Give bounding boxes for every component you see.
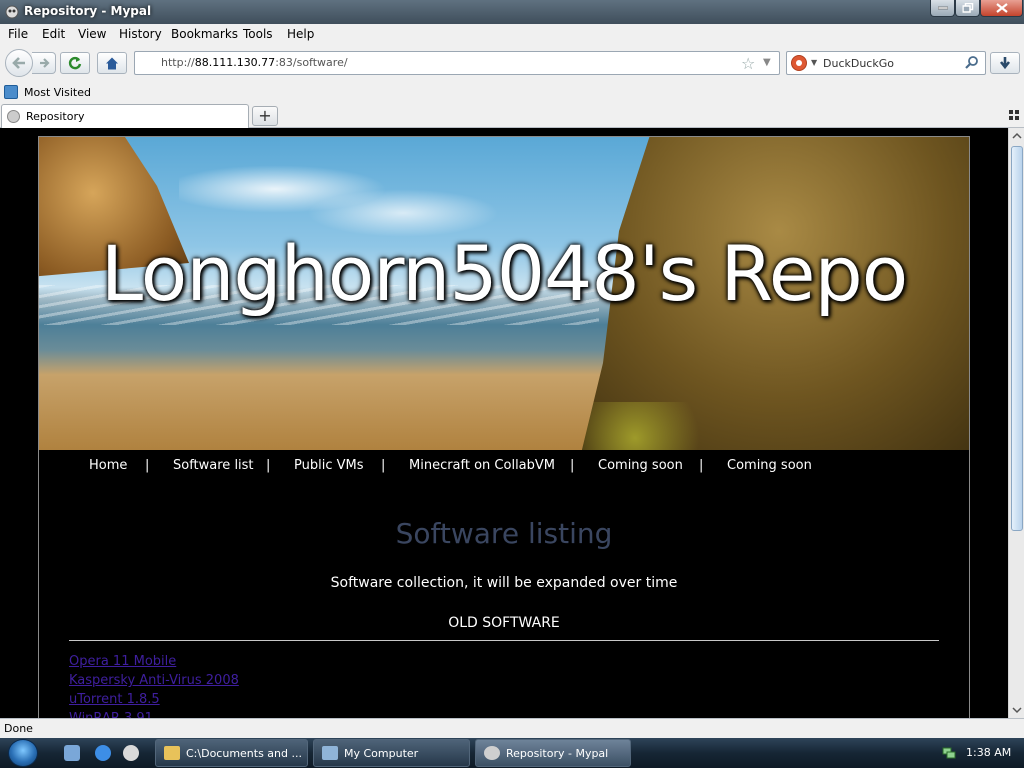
taskbar-item-my-computer[interactable]: My Computer xyxy=(313,739,470,767)
nav-separator: | xyxy=(266,458,271,473)
tab-label: Repository xyxy=(26,110,85,123)
page-heading: Software listing xyxy=(395,517,613,550)
home-button[interactable] xyxy=(97,52,127,74)
bookmark-star-icon[interactable]: ☆ xyxy=(741,54,755,73)
minimize-button[interactable] xyxy=(930,0,955,17)
network-tray-icon[interactable] xyxy=(942,745,956,759)
duckduckgo-icon[interactable] xyxy=(791,55,807,71)
menu-tools[interactable]: Tools xyxy=(243,27,273,41)
computer-icon xyxy=(322,746,338,760)
bookmarks-toolbar: Most Visited xyxy=(0,82,1024,102)
folder-icon xyxy=(164,746,180,760)
forward-arrow-icon xyxy=(39,58,50,68)
address-dropdown-icon[interactable]: ▼ xyxy=(763,57,771,68)
restore-icon xyxy=(962,3,973,13)
nav-coming-soon-1[interactable]: Coming soon xyxy=(598,458,683,473)
taskbar-item-mypal[interactable]: Repository - Mypal xyxy=(475,739,631,767)
search-bar[interactable]: ▼ DuckDuckGo xyxy=(786,51,986,75)
start-button[interactable] xyxy=(8,739,38,767)
status-text: Done xyxy=(4,722,33,735)
nav-minecraft-collabvm[interactable]: Minecraft on CollabVM xyxy=(409,458,555,473)
tab-favicon-icon xyxy=(7,110,20,123)
page-scrollbar[interactable] xyxy=(1008,128,1024,718)
site-banner-image: Longhorn5048's Repo xyxy=(39,137,969,450)
search-input[interactable]: DuckDuckGo xyxy=(823,57,894,70)
page-subtitle: Software collection, it will be expanded… xyxy=(330,575,678,591)
mypal-app-icon xyxy=(5,5,19,19)
address-bar[interactable]: http://88.111.130.77:83/software/ ☆ ▼ xyxy=(134,51,780,75)
minimize-icon xyxy=(937,6,948,10)
most-visited-folder[interactable]: Most Visited xyxy=(24,86,91,99)
internet-explorer-icon[interactable] xyxy=(95,745,111,761)
page-viewport: Longhorn5048's Repo Home | Software list… xyxy=(0,128,1008,718)
downloads-button[interactable] xyxy=(990,52,1020,74)
menu-file[interactable]: File xyxy=(8,27,28,41)
reload-button[interactable] xyxy=(60,52,90,74)
reload-icon xyxy=(68,56,82,70)
address-url: http://88.111.130.77:83/software/ xyxy=(161,56,348,69)
show-desktop-icon[interactable] xyxy=(64,745,80,761)
taskbar-item-documents[interactable]: C:\Documents and ... xyxy=(155,739,308,767)
software-link-kaspersky[interactable]: Kaspersky Anti-Virus 2008 xyxy=(69,671,239,690)
nav-home[interactable]: Home xyxy=(89,458,127,473)
section-title: OLD SOFTWARE xyxy=(448,615,560,631)
menu-history[interactable]: History xyxy=(119,27,162,41)
scrollbar-thumb[interactable] xyxy=(1011,146,1023,531)
nav-separator: | xyxy=(381,458,386,473)
download-arrow-icon xyxy=(999,57,1011,70)
close-icon xyxy=(995,3,1008,13)
site-container: Longhorn5048's Repo Home | Software list… xyxy=(38,136,970,718)
site-title: Longhorn5048's Repo xyxy=(100,229,909,318)
nav-separator: | xyxy=(570,458,575,473)
media-player-icon[interactable] xyxy=(123,745,139,761)
nav-separator: | xyxy=(699,458,704,473)
nav-coming-soon-2[interactable]: Coming soon xyxy=(727,458,812,473)
navigation-toolbar: http://88.111.130.77:83/software/ ☆ ▼ ▼ … xyxy=(0,44,1024,82)
home-icon xyxy=(106,57,118,70)
nav-separator: | xyxy=(145,458,150,473)
taskbar-clock[interactable]: 1:38 AM xyxy=(966,746,1011,759)
nav-software-list[interactable]: Software list xyxy=(173,458,254,473)
scroll-down-icon[interactable] xyxy=(1009,702,1024,718)
menu-view[interactable]: View xyxy=(78,27,106,41)
tab-repository[interactable]: Repository xyxy=(1,104,249,128)
site-navigation: Home | Software list | Public VMs | Mine… xyxy=(39,450,969,484)
mypal-icon xyxy=(484,746,500,760)
menu-edit[interactable]: Edit xyxy=(42,27,65,41)
software-link-utorrent[interactable]: uTorrent 1.8.5 xyxy=(69,690,239,709)
tab-list-icon[interactable] xyxy=(1009,110,1019,120)
nav-public-vms[interactable]: Public VMs xyxy=(294,458,364,473)
menu-bookmarks[interactable]: Bookmarks xyxy=(171,27,238,41)
new-tab-button[interactable]: + xyxy=(252,106,278,126)
most-visited-icon xyxy=(4,85,18,99)
back-arrow-icon xyxy=(12,57,25,69)
status-bar: Done xyxy=(0,718,1024,738)
restore-button[interactable] xyxy=(955,0,980,17)
scroll-up-icon[interactable] xyxy=(1009,128,1024,144)
search-engine-dropdown-icon[interactable]: ▼ xyxy=(811,58,817,67)
windows-taskbar: C:\Documents and ... My Computer Reposit… xyxy=(0,738,1024,768)
tab-strip: Repository + xyxy=(0,102,1024,128)
section-divider xyxy=(69,640,939,641)
software-list: Opera 11 Mobile Kaspersky Anti-Virus 200… xyxy=(69,652,239,718)
software-link-opera[interactable]: Opera 11 Mobile xyxy=(69,652,239,671)
close-button[interactable] xyxy=(980,0,1023,17)
search-icon[interactable] xyxy=(965,55,979,69)
banner-clouds xyxy=(179,157,499,237)
back-button[interactable] xyxy=(5,49,33,77)
window-title: Repository - Mypal xyxy=(24,4,152,18)
software-link-winrar[interactable]: WinRAR 3.91 xyxy=(69,709,239,718)
menu-help[interactable]: Help xyxy=(287,27,314,41)
window-titlebar: Repository - Mypal xyxy=(0,0,1024,24)
forward-button[interactable] xyxy=(32,52,56,74)
menu-bar: File Edit View History Bookmarks Tools H… xyxy=(0,24,1024,44)
